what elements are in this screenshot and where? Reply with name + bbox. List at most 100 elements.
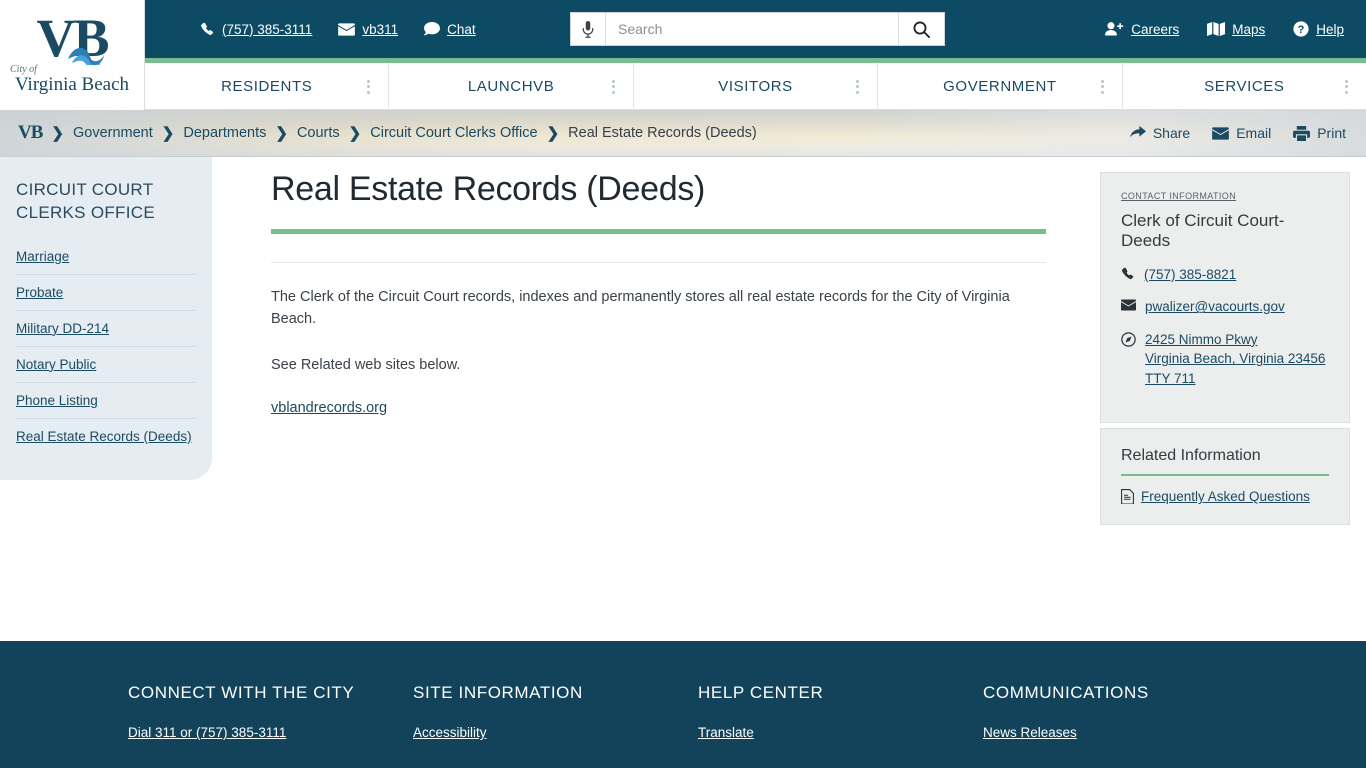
vb311-link-label: vb311 <box>362 21 399 37</box>
footer-link-news-releases[interactable]: News Releases <box>983 725 1268 740</box>
account-links-group: Careers Maps ? Help <box>1105 0 1344 58</box>
breadcrumb-item-circuit-court-clerks-office[interactable]: Circuit Court Clerks Office <box>370 125 537 141</box>
nav-submenu-toggle-icon[interactable] <box>367 79 371 94</box>
site-footer: CONNECT WITH THE CITY Dial 311 or (757) … <box>0 641 1366 768</box>
body-paragraph-2: See Related web sites below. <box>271 356 461 373</box>
sidebar-title: Circuit Court Clerks Office <box>16 180 155 222</box>
related-card-title: Related Information <box>1121 447 1261 464</box>
logo-monogram-text: VB <box>36 8 109 69</box>
search-submit-button[interactable] <box>898 13 944 45</box>
section-sidebar: Circuit Court Clerks Office Marriage Pro… <box>0 157 212 480</box>
page-actions: Share Email Print <box>1129 125 1346 141</box>
envelope-icon <box>1121 299 1136 311</box>
breadcrumb-item-government[interactable]: Government <box>73 125 153 141</box>
nav-label: LAUNCHVB <box>467 78 555 95</box>
envelope-icon <box>1212 126 1230 140</box>
content-divider <box>271 262 1046 264</box>
sidebar-item-probate[interactable]: Probate <box>16 275 196 311</box>
nav-label: GOVERNMENT <box>943 78 1057 95</box>
sidebar-item-real-estate-records[interactable]: Real Estate Records (Deeds) <box>16 419 196 454</box>
maps-link[interactable]: Maps <box>1207 22 1265 37</box>
nav-submenu-toggle-icon[interactable] <box>611 79 615 94</box>
search-icon <box>913 21 930 38</box>
careers-link[interactable]: Careers <box>1105 22 1179 37</box>
footer-link-dial-311[interactable]: Dial 311 or (757) 385-3111 <box>128 725 413 740</box>
chat-link-label: Chat <box>447 21 476 37</box>
nav-label: VISITORS <box>718 78 793 95</box>
body-paragraph-1: The Clerk of the Circuit Court records, … <box>271 289 1010 327</box>
sidebar-item-marriage[interactable]: Marriage <box>16 239 196 275</box>
search-input[interactable] <box>606 13 898 45</box>
breadcrumb-bar: VB ❯ Government ❯ Departments ❯ Courts ❯… <box>0 110 1366 157</box>
chevron-right-icon: ❯ <box>275 125 288 142</box>
microphone-icon <box>582 20 594 38</box>
main-navigation: RESIDENTS LAUNCHVB VISITORS GOVERNMENT S… <box>145 63 1366 110</box>
voice-search-button[interactable] <box>571 13 606 45</box>
pdf-file-icon <box>1121 489 1134 504</box>
printer-icon <box>1293 125 1311 141</box>
sidebar-item-military-dd-214[interactable]: Military DD-214 <box>16 311 196 347</box>
nav-item-residents[interactable]: RESIDENTS <box>145 63 390 110</box>
sidebar-item-phone-listing[interactable]: Phone Listing <box>16 383 196 419</box>
external-link-vblandrecords[interactable]: vblandrecords.org <box>271 400 387 416</box>
chevron-right-icon: ❯ <box>161 125 175 142</box>
breadcrumb-item-courts[interactable]: Courts <box>297 125 340 141</box>
contact-email[interactable]: pwalizer@vacourts.gov <box>1145 297 1285 317</box>
phone-link[interactable]: (757) 385-3111 <box>200 22 312 37</box>
print-button[interactable]: Print <box>1293 125 1346 141</box>
chevron-right-icon: ❯ <box>546 125 560 142</box>
compass-icon <box>1121 332 1136 347</box>
chat-bubble-icon <box>424 22 441 36</box>
user-plus-icon <box>1105 22 1124 36</box>
email-button[interactable]: Email <box>1212 125 1271 141</box>
footer-columns: CONNECT WITH THE CITY Dial 311 or (757) … <box>0 641 1366 760</box>
contact-email-row: pwalizer@vacourts.gov <box>1121 297 1329 317</box>
footer-column-help-center: HELP CENTER Translate <box>698 683 983 760</box>
contact-address[interactable]: 2425 Nimmo Pkwy Virginia Beach, Virginia … <box>1145 330 1329 389</box>
help-link[interactable]: ? Help <box>1293 21 1344 37</box>
share-button-label: Share <box>1152 125 1191 141</box>
map-icon <box>1207 22 1226 36</box>
footer-column-connect: CONNECT WITH THE CITY Dial 311 or (757) … <box>128 683 413 760</box>
chevron-right-icon: ❯ <box>348 125 362 142</box>
contact-phone-row: (757) 385-8821 <box>1121 265 1329 285</box>
utility-links-group: (757) 385-3111 vb311 Chat <box>200 22 476 37</box>
contact-card-label: CONTACT INFORMATION <box>1121 191 1237 201</box>
share-arrow-icon <box>1129 126 1146 138</box>
maps-link-label: Maps <box>1232 21 1266 37</box>
contact-address-row: 2425 Nimmo Pkwy Virginia Beach, Virginia … <box>1121 330 1329 389</box>
nav-label: RESIDENTS <box>221 78 313 95</box>
question-circle-icon: ? <box>1293 21 1309 37</box>
sidebar-item-notary-public[interactable]: Notary Public <box>16 347 196 383</box>
nav-item-services[interactable]: SERVICES <box>1123 63 1366 110</box>
top-utility-bar: (757) 385-3111 vb311 Chat Search Careers… <box>0 0 1366 58</box>
vb311-link[interactable]: vb311 <box>338 22 398 37</box>
envelope-icon <box>338 22 356 36</box>
contact-phone[interactable]: (757) 385-8821 <box>1144 265 1236 285</box>
related-link-faq[interactable]: Frequently Asked Questions <box>1141 489 1310 504</box>
nav-item-visitors[interactable]: VISITORS <box>634 63 879 110</box>
footer-column-communications: COMMUNICATIONS News Releases <box>983 683 1268 760</box>
footer-link-translate[interactable]: Translate <box>698 725 983 740</box>
footer-link-accessibility[interactable]: Accessibility <box>413 725 698 740</box>
chevron-right-icon: ❯ <box>51 125 64 142</box>
breadcrumb-item-departments[interactable]: Departments <box>183 125 266 141</box>
print-button-label: Print <box>1317 125 1346 141</box>
contact-information-card: CONTACT INFORMATION Clerk of Circuit Cou… <box>1100 172 1350 423</box>
site-logo[interactable]: VB City of Virginia Beach <box>0 0 145 110</box>
share-button[interactable]: Share <box>1129 125 1191 141</box>
breadcrumb: VB ❯ Government ❯ Departments ❯ Courts ❯… <box>18 122 757 144</box>
chat-link[interactable]: Chat <box>424 22 476 37</box>
breadcrumb-item-current: Real Estate Records (Deeds) <box>568 125 757 141</box>
footer-column-site-information: SITE INFORMATION Accessibility <box>413 683 698 760</box>
phone-icon <box>201 22 214 35</box>
search-bar <box>570 12 945 46</box>
title-accent-rule <box>271 229 1046 235</box>
nav-item-government[interactable]: GOVERNMENT <box>878 63 1123 110</box>
nav-submenu-toggle-icon[interactable] <box>1100 79 1104 94</box>
nav-item-launchvb[interactable]: LAUNCHVB <box>389 63 634 110</box>
nav-submenu-toggle-icon[interactable] <box>1345 79 1349 94</box>
logo-city-name: Virginia Beach <box>14 73 130 95</box>
nav-submenu-toggle-icon[interactable] <box>856 79 860 94</box>
breadcrumb-home-icon[interactable]: VB <box>18 122 43 144</box>
